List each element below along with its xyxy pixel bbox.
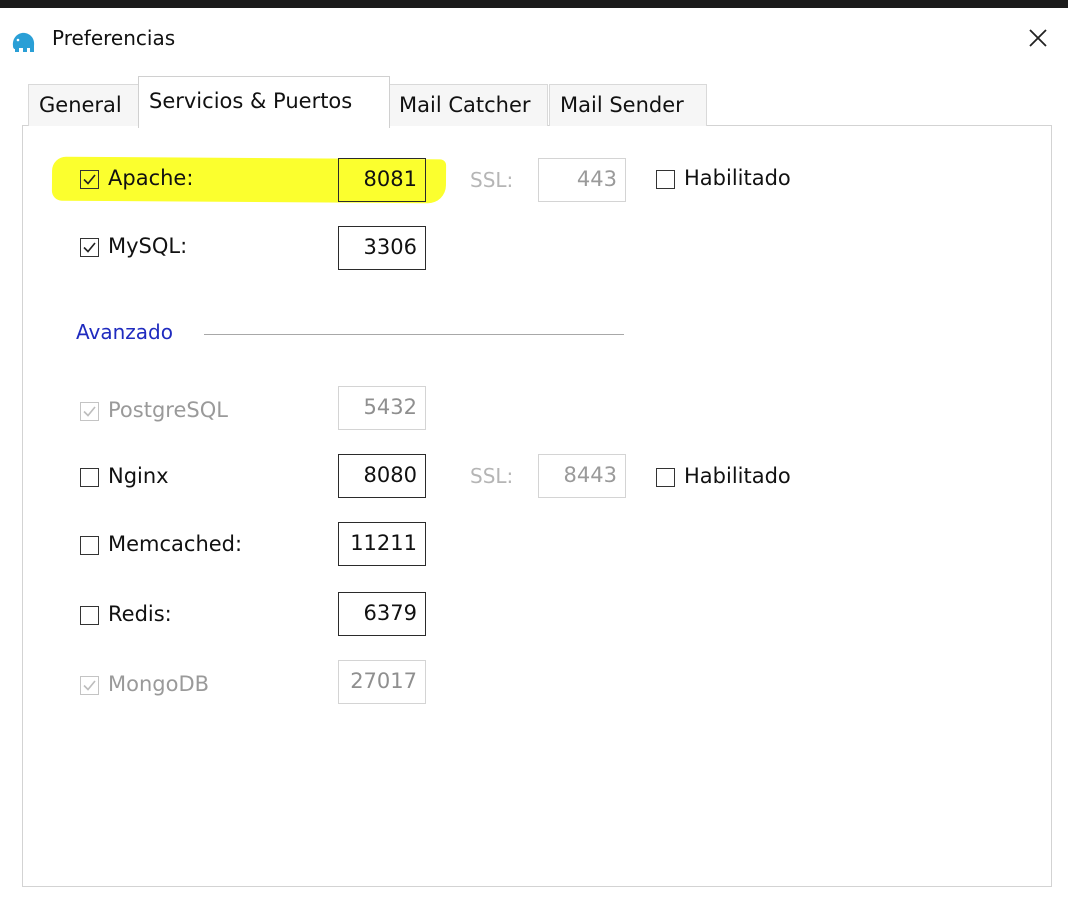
advanced-group-title: Avanzado	[76, 320, 173, 344]
nginx-label: Nginx	[108, 464, 169, 488]
nginx-ssl-port-input[interactable]: 8443	[538, 454, 626, 498]
postgresql-checkbox	[80, 402, 99, 421]
apache-ssl-enabled: Habilitado	[656, 158, 816, 202]
mysql-port-input[interactable]: 3306	[338, 226, 426, 270]
mongodb-label: MongoDB	[108, 672, 210, 696]
tab-mail-sender[interactable]: Mail Sender	[549, 84, 707, 126]
nginx-ssl-checkbox[interactable]	[656, 468, 675, 487]
advanced-group-divider	[204, 334, 624, 335]
mongodb-port-input: 27017	[338, 660, 426, 704]
postgresql-row: PostgreSQL	[80, 390, 330, 434]
memcached-checkbox[interactable]	[80, 536, 99, 555]
redis-port-input[interactable]: 6379	[338, 592, 426, 636]
mysql-label: MySQL:	[108, 234, 188, 258]
postgresql-port-input: 5432	[338, 386, 426, 430]
memcached-label: Memcached:	[108, 532, 243, 556]
nginx-row: Nginx	[80, 456, 330, 500]
screen-top-edge	[0, 0, 1068, 8]
memcached-port-input[interactable]: 11211	[338, 522, 426, 566]
window-title: Preferencias	[52, 26, 176, 50]
mongodb-checkbox	[80, 676, 99, 695]
apache-port-input[interactable]: 8081	[338, 158, 426, 202]
tab-general[interactable]: General	[28, 84, 140, 126]
mongodb-row: MongoDB	[80, 664, 330, 708]
tab-mail-catcher[interactable]: Mail Catcher	[388, 84, 548, 126]
postgresql-label: PostgreSQL	[108, 398, 228, 422]
nginx-port-input[interactable]: 8080	[338, 454, 426, 498]
apache-ssl-enabled-label: Habilitado	[684, 166, 791, 190]
close-button[interactable]	[1016, 18, 1060, 58]
mysql-checkbox[interactable]	[80, 238, 99, 257]
redis-checkbox[interactable]	[80, 606, 99, 625]
tab-services-ports[interactable]: Servicios & Puertos	[138, 76, 390, 128]
nginx-checkbox[interactable]	[80, 468, 99, 487]
apache-ssl-port-input[interactable]: 443	[538, 158, 626, 202]
checkmark-icon	[83, 242, 96, 253]
checkmark-icon	[83, 406, 96, 417]
elephant-icon	[12, 32, 35, 52]
nginx-ssl-enabled: Habilitado	[656, 456, 816, 500]
redis-row: Redis:	[80, 594, 330, 638]
nginx-ssl-enabled-label: Habilitado	[684, 464, 791, 488]
checkmark-icon	[83, 174, 96, 185]
memcached-row: Memcached:	[80, 524, 330, 568]
checkmark-icon	[83, 680, 96, 691]
apache-label: Apache:	[108, 166, 194, 190]
apache-checkbox[interactable]	[80, 170, 99, 189]
apache-ssl-checkbox[interactable]	[656, 170, 675, 189]
preferences-dialog: Preferencias General Servicios & Puertos…	[0, 8, 1068, 908]
title-bar: Preferencias	[0, 8, 1068, 70]
apache-ssl-label: SSL:	[470, 168, 514, 192]
redis-label: Redis:	[108, 602, 172, 626]
mysql-row: MySQL:	[80, 226, 330, 270]
close-icon	[1029, 29, 1047, 47]
nginx-ssl-label: SSL:	[470, 464, 514, 488]
